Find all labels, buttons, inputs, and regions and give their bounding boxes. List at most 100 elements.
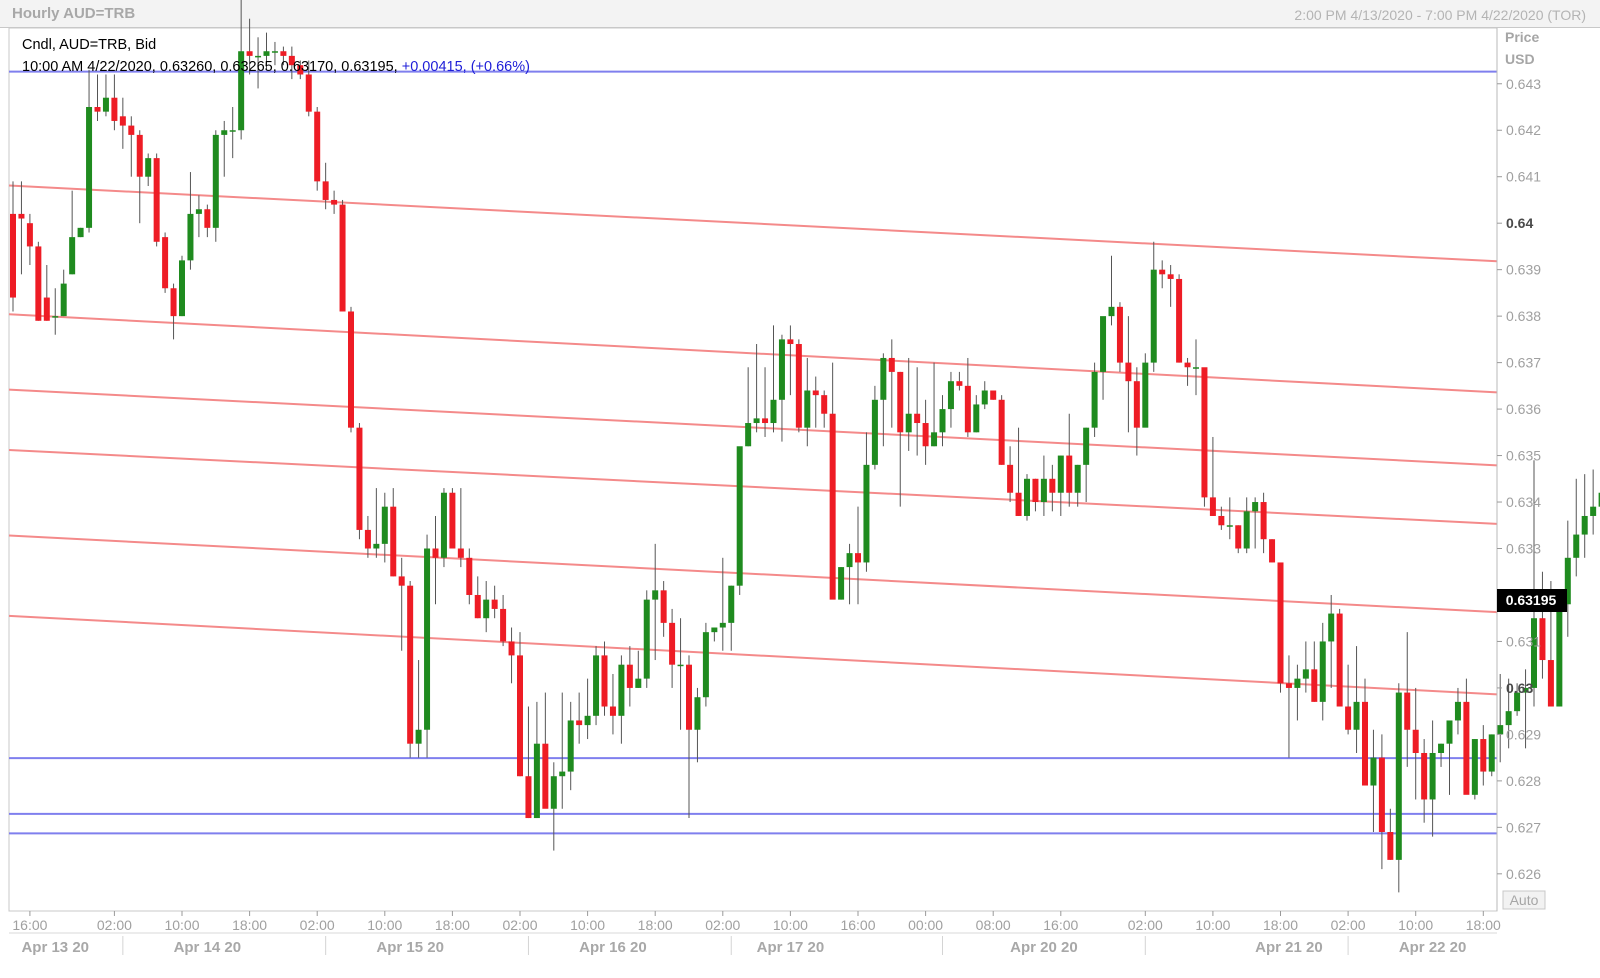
x-tick-label: 02:00 <box>502 917 537 933</box>
candle-body <box>609 706 616 716</box>
candle-body <box>331 199 338 205</box>
candle-body <box>525 776 532 819</box>
candle-body <box>787 339 794 345</box>
candle-body <box>897 371 904 433</box>
candle-body <box>1108 306 1115 317</box>
y-tick-label: 0.626 <box>1506 866 1541 882</box>
y-tick-label: 0.636 <box>1506 401 1541 417</box>
candle-body <box>1463 701 1470 795</box>
candle-body <box>364 529 371 549</box>
candle-body <box>1100 316 1107 372</box>
x-tick-label: 10:00 <box>570 917 605 933</box>
candle-body <box>1345 706 1352 730</box>
candle-body <box>880 357 887 400</box>
x-tick-label: 16:00 <box>1043 917 1078 933</box>
candle-body <box>1353 701 1360 730</box>
candle-body <box>855 553 861 563</box>
candle-body <box>736 446 743 586</box>
date-label: Apr 21 20 <box>1255 939 1323 956</box>
x-tick-label: 02:00 <box>97 917 132 933</box>
date-label: Apr 20 20 <box>1010 939 1078 956</box>
y-tick-label: 0.642 <box>1506 122 1541 138</box>
candle-body <box>440 492 447 558</box>
candle-body <box>1412 729 1419 753</box>
x-tick-label: 10:00 <box>367 917 402 933</box>
x-tick-label: 18:00 <box>1466 917 1501 933</box>
candle-body <box>981 390 988 405</box>
candle-body <box>381 506 388 544</box>
candle-body <box>728 585 735 623</box>
candle-body <box>195 209 202 214</box>
candle-body <box>1015 492 1022 516</box>
candle-body <box>314 111 321 182</box>
candle-body <box>111 97 118 121</box>
x-tick-label: 02:00 <box>300 917 335 933</box>
candle-body <box>838 567 845 600</box>
candle-body <box>1454 701 1461 721</box>
candle-body <box>973 404 980 433</box>
candle-body <box>1201 367 1208 498</box>
candle-body <box>1547 660 1554 707</box>
y-tick-label: 0.631 <box>1506 633 1541 649</box>
candle-body <box>1285 683 1292 688</box>
candle-body <box>1184 362 1191 368</box>
candle-body <box>457 548 464 558</box>
candle-body <box>77 227 84 238</box>
candle-body <box>550 776 557 809</box>
candle-body <box>1066 455 1073 493</box>
candle-body <box>373 543 380 549</box>
candle-body <box>998 399 1005 465</box>
candle-body <box>956 381 963 386</box>
x-tick-label: 10:00 <box>164 917 199 933</box>
candle-body <box>1176 278 1183 363</box>
series-info: Cndl, AUD=TRB, Bid <box>22 37 157 53</box>
candle-body <box>618 664 625 716</box>
candle-body <box>1429 752 1436 800</box>
candle-body <box>179 260 185 317</box>
candle-body <box>990 390 997 400</box>
candle-body <box>466 557 473 595</box>
candle-body <box>947 381 954 410</box>
candle-body <box>1311 669 1318 702</box>
date-label: Apr 16 20 <box>579 939 647 956</box>
candle-body <box>1159 269 1166 275</box>
candle-body <box>86 107 93 228</box>
candle-body <box>18 213 25 219</box>
x-tick-label: 02:00 <box>1128 917 1163 933</box>
candle-body <box>770 399 777 424</box>
candle-body <box>1590 506 1597 516</box>
date-label: Apr 22 20 <box>1399 939 1467 956</box>
candle-body <box>1091 371 1098 428</box>
candle-body <box>69 237 76 275</box>
candle-body <box>1581 515 1588 535</box>
candle-body <box>10 213 16 298</box>
candle-body <box>491 599 498 609</box>
candle-body <box>711 627 718 633</box>
candle-body <box>221 130 228 135</box>
candle-body <box>533 743 540 819</box>
candle-body <box>52 316 59 318</box>
candle-body <box>153 158 160 242</box>
candle-body <box>1497 725 1504 735</box>
candle-body <box>1505 711 1512 726</box>
y-tick-label: 0.635 <box>1506 448 1541 464</box>
y-tick-label: 0.634 <box>1506 494 1541 510</box>
candle-body <box>931 432 938 447</box>
date-label: Apr 17 20 <box>757 939 825 956</box>
price-axis: 0.643 0.642 0.641 0.64 0.639 0.638 0.637 0.636 0… <box>1497 76 1541 882</box>
candle-body <box>1074 464 1081 493</box>
price-chart[interactable]: Price USD 0.6430.6420.6410.640.6390.6380… <box>0 0 1600 978</box>
candle-body <box>871 399 878 465</box>
candle-body <box>1057 455 1064 493</box>
candle-body <box>829 413 836 600</box>
candle-body <box>187 213 194 261</box>
price-change: +0.00415, (+0.66%) <box>401 59 530 75</box>
candle-body <box>804 390 811 428</box>
plot-area[interactable] <box>8 27 1498 912</box>
x-tick-label: 18:00 <box>1263 917 1298 933</box>
x-tick-label: 10:00 <box>773 917 808 933</box>
x-tick-label: 16:00 <box>840 917 875 933</box>
candle-body <box>1040 478 1047 503</box>
candle-body <box>584 715 591 726</box>
candle-body <box>517 655 523 777</box>
